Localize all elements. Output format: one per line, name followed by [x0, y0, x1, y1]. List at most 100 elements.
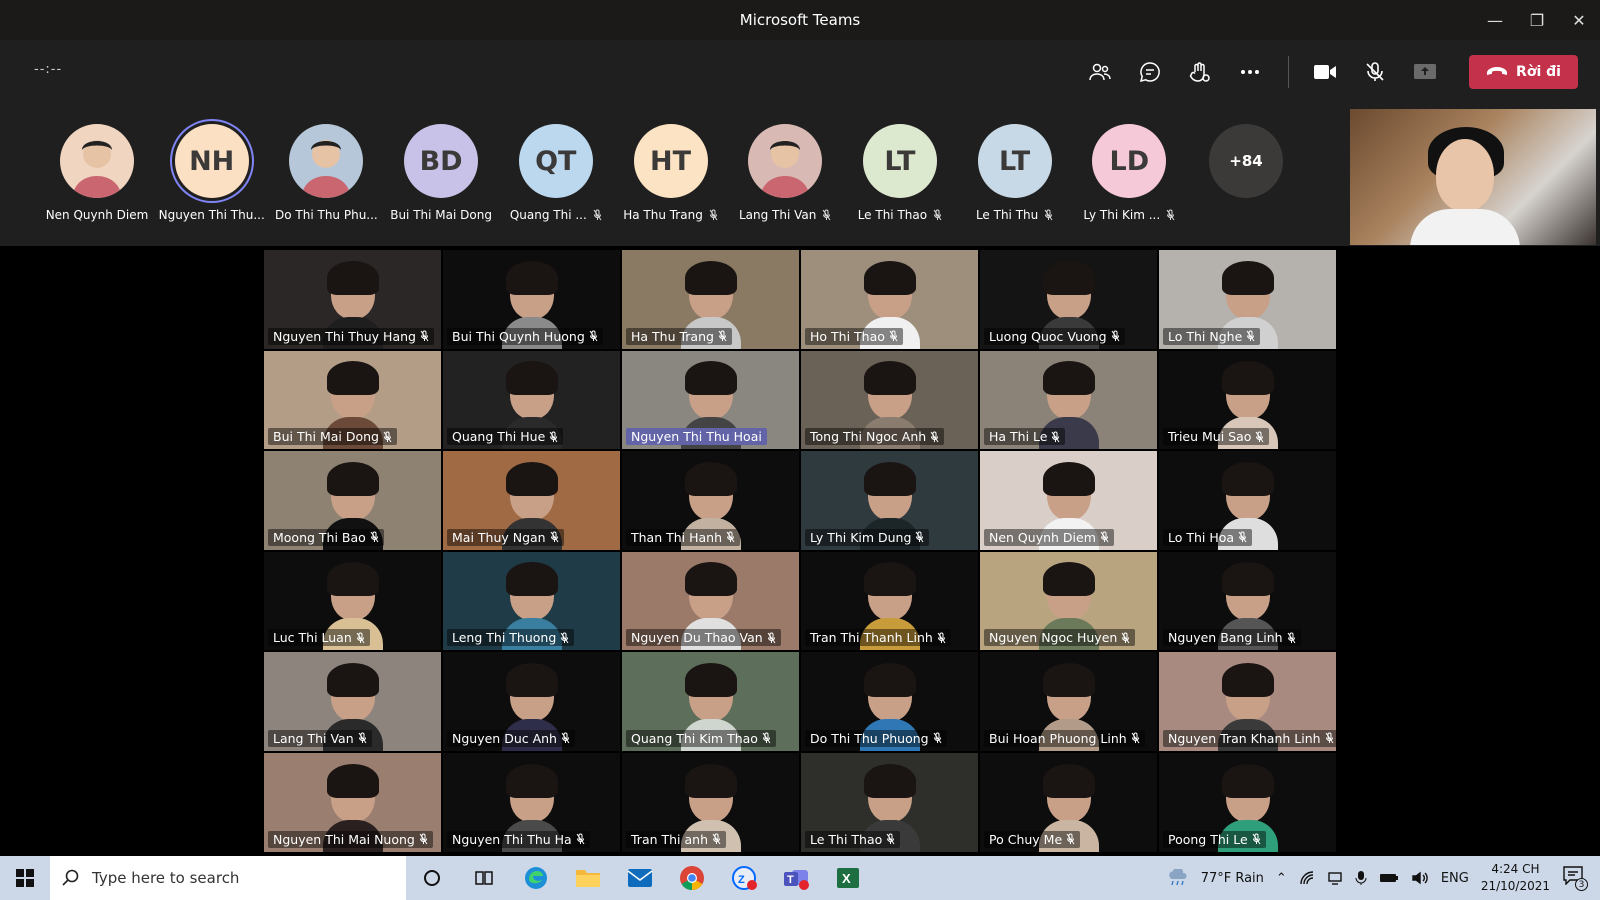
- video-tile[interactable]: Poong Thi Le: [1158, 751, 1337, 853]
- windows-taskbar: Type here to search Z T X 77°F Rain ⌃ EN…: [0, 856, 1600, 900]
- video-tile[interactable]: Quang Thi Kim Thao: [621, 651, 800, 752]
- mic-muted-icon: [560, 632, 569, 644]
- participant-strip-item[interactable]: QT Quang Thi ...: [500, 124, 612, 222]
- speaker-icon[interactable]: [1411, 870, 1429, 886]
- restore-button[interactable]: ❐: [1516, 0, 1558, 40]
- video-tile[interactable]: Nguyen Bang Linh: [1158, 550, 1337, 652]
- video-tile[interactable]: Mai Thuy Ngan: [442, 450, 621, 551]
- weather-text[interactable]: 77°F Rain: [1201, 871, 1264, 886]
- video-tile[interactable]: Quang Thi Hue: [442, 349, 621, 451]
- video-tile[interactable]: Le Thi Thao: [800, 751, 979, 853]
- display-icon[interactable]: [1327, 870, 1343, 886]
- participant-strip: Nen Quynh Diem NH Nguyen Thi Thu... Do Thi …: [0, 104, 1600, 246]
- mic-muted-icon: [1121, 632, 1130, 644]
- participant-strip-item[interactable]: BD Bui Thi Mai Dong: [385, 124, 497, 222]
- people-button[interactable]: [1082, 54, 1118, 90]
- file-explorer-app[interactable]: [562, 856, 614, 900]
- mic-button[interactable]: [1357, 54, 1393, 90]
- notifications-button[interactable]: 3: [1562, 865, 1588, 891]
- edge-app[interactable]: [510, 856, 562, 900]
- video-tile[interactable]: Nguyen Thi Thu Hoai: [621, 349, 800, 451]
- video-tile[interactable]: Than Thi Hanh: [621, 450, 800, 551]
- participant-name: Poong Thi Le: [1168, 831, 1248, 847]
- participant-strip-item[interactable]: LD Ly Thi Kim ...: [1073, 124, 1185, 222]
- network-icon[interactable]: [1299, 870, 1315, 886]
- video-tile[interactable]: Lang Thi Van: [263, 651, 442, 752]
- participant-initials-avatar: HT: [633, 124, 708, 198]
- video-tile-label: Tong Thi Ngoc Anh: [805, 428, 945, 446]
- chat-button[interactable]: [1132, 54, 1168, 90]
- mail-app[interactable]: [614, 856, 666, 900]
- video-tile[interactable]: Lo Thi Nghe: [1158, 249, 1337, 350]
- participant-name: Ha Thu Trang: [631, 328, 714, 344]
- participant-strip-item[interactable]: LT Le Thi Thu: [959, 124, 1071, 222]
- clock-time: 4:24 CH: [1491, 862, 1540, 876]
- teams-app[interactable]: T: [770, 856, 822, 900]
- video-tile[interactable]: Nguyen Du Thao Van: [621, 550, 800, 652]
- participant-strip-item[interactable]: NH Nguyen Thi Thu...: [156, 124, 268, 222]
- taskbar-search[interactable]: Type here to search: [50, 856, 406, 900]
- participant-strip-item[interactable]: HT Ha Thu Trang: [615, 124, 727, 222]
- phone-hangup-icon: [1487, 67, 1508, 75]
- video-tile[interactable]: Ha Thu Trang: [621, 249, 800, 350]
- close-button[interactable]: ✕: [1558, 0, 1600, 40]
- video-tile[interactable]: Lo Thi Hoa: [1158, 450, 1337, 551]
- video-tile[interactable]: Tran Thi anh: [621, 751, 800, 853]
- video-tile[interactable]: Po Chuy Me: [979, 751, 1158, 853]
- video-tile[interactable]: Do Thi Thu Phuong: [800, 651, 979, 752]
- video-tile[interactable]: Ha Thi Le: [979, 349, 1158, 451]
- mic-muted-icon: [1111, 330, 1119, 342]
- video-tile[interactable]: Tran Thi Thanh Linh: [800, 550, 979, 652]
- video-tile[interactable]: Moong Thi Bao: [263, 450, 442, 551]
- video-tile[interactable]: Bui Hoan Phuong Linh: [979, 651, 1158, 752]
- more-actions-button[interactable]: [1232, 54, 1268, 90]
- task-view-button[interactable]: [458, 856, 510, 900]
- video-tile[interactable]: Nguyen Thi Mai Nuong: [263, 751, 442, 853]
- video-tile[interactable]: Bui Thi Mai Dong: [263, 349, 442, 451]
- mic-muted-icon: [1255, 431, 1264, 442]
- window-controls: — ❐ ✕: [1474, 0, 1600, 40]
- share-button[interactable]: [1407, 54, 1443, 90]
- video-tile[interactable]: Nguyen Thi Thu Ha: [442, 751, 621, 853]
- microphone-icon[interactable]: [1355, 870, 1367, 886]
- camera-button[interactable]: [1307, 54, 1343, 90]
- video-tile[interactable]: Trieu Mui Sao: [1158, 349, 1337, 451]
- battery-icon[interactable]: [1379, 872, 1399, 884]
- participant-initials-avatar: LT: [977, 124, 1052, 198]
- participant-strip-item[interactable]: Do Thi Thu Phu...: [270, 124, 382, 222]
- video-tile[interactable]: Ho Thi Thao: [800, 249, 979, 350]
- self-view-video[interactable]: [1350, 109, 1596, 245]
- reactions-button[interactable]: [1182, 54, 1218, 90]
- video-tile[interactable]: Luc Thi Luan: [263, 550, 442, 652]
- participant-name: Nguyen Thi Thu Hoai: [631, 429, 762, 445]
- video-tile[interactable]: Tong Thi Ngoc Anh: [800, 349, 979, 451]
- clock[interactable]: 4:24 CH 21/10/2021: [1481, 861, 1550, 895]
- video-tile-label: Luc Thi Luan: [268, 629, 370, 647]
- video-tile[interactable]: Leng Thi Thuong: [442, 550, 621, 652]
- video-tile[interactable]: Bui Thi Quynh Huong: [442, 249, 621, 350]
- start-button[interactable]: [0, 856, 50, 900]
- participant-strip-item[interactable]: LT Le Thi Thao: [844, 124, 956, 222]
- video-tile[interactable]: Ly Thi Kim Dung: [800, 450, 979, 551]
- more-participants-button[interactable]: +84: [1209, 124, 1283, 198]
- video-tile[interactable]: Luong Quoc Vuong: [979, 249, 1158, 350]
- leave-button[interactable]: Rời đi: [1469, 55, 1578, 89]
- video-tile[interactable]: Nguyen Thi Thuy Hang: [263, 249, 442, 350]
- video-tile-label: Bui Thi Mai Dong: [268, 428, 397, 446]
- zalo-app[interactable]: Z: [718, 856, 770, 900]
- avatar-initials: LD: [1109, 145, 1150, 177]
- chrome-app[interactable]: [666, 856, 718, 900]
- language-indicator[interactable]: ENG: [1441, 871, 1469, 886]
- participant-name: Nguyen Thi Thuy Hang: [273, 328, 416, 344]
- participant-strip-item[interactable]: Lang Thi Van: [729, 124, 841, 222]
- mic-muted-icon: [561, 732, 570, 744]
- minimize-button[interactable]: —: [1474, 0, 1516, 40]
- chevron-up-icon[interactable]: ⌃: [1276, 871, 1287, 886]
- video-tile[interactable]: Nguyen Tran Khanh Linh: [1158, 651, 1337, 752]
- video-tile[interactable]: Nguyen Duc Anh: [442, 651, 621, 752]
- cortana-button[interactable]: [406, 856, 458, 900]
- participant-strip-item[interactable]: Nen Quynh Diem: [41, 124, 153, 222]
- video-tile[interactable]: Nen Quynh Diem: [979, 450, 1158, 551]
- video-tile[interactable]: Nguyen Ngoc Huyen: [979, 550, 1158, 652]
- excel-app[interactable]: X: [822, 856, 874, 900]
